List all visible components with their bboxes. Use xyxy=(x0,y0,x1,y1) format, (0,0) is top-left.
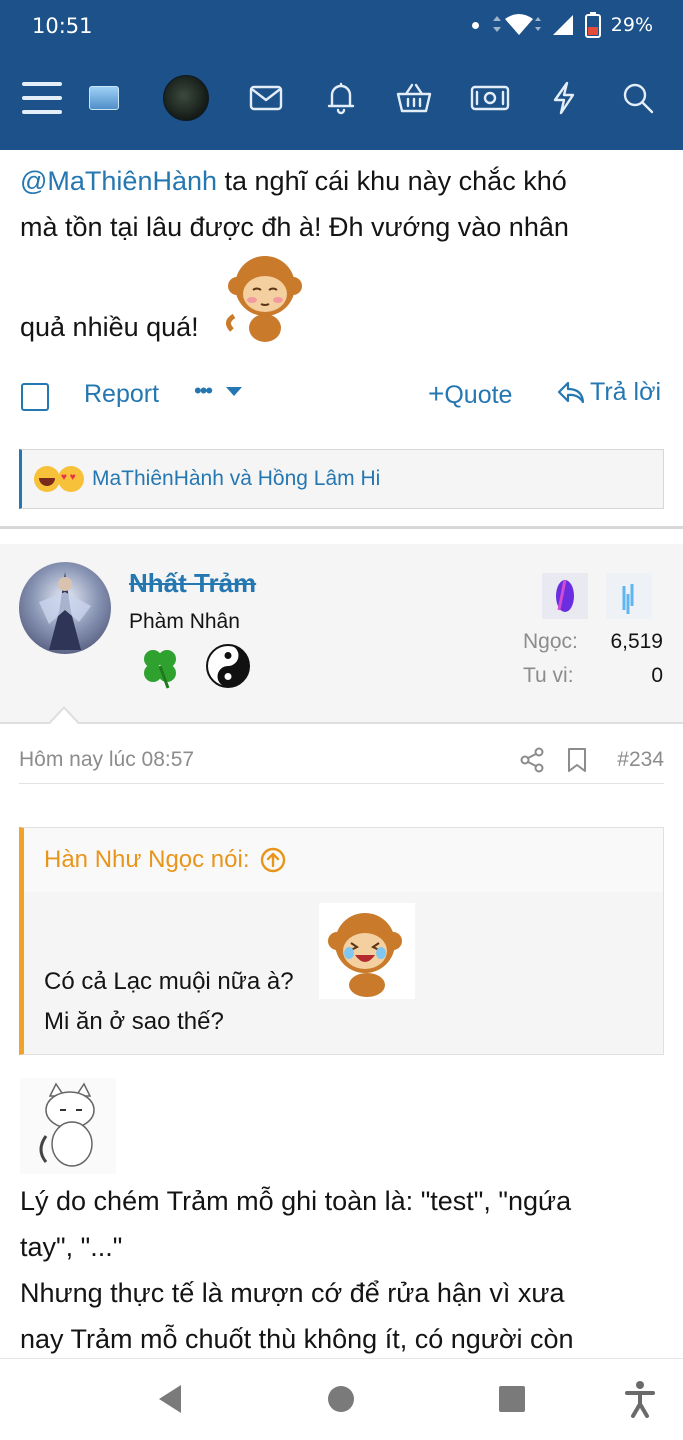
user-avatar[interactable] xyxy=(162,74,210,122)
post-author-name[interactable]: Nhất Trảm xyxy=(129,568,256,599)
bolt-icon[interactable] xyxy=(540,74,588,122)
post-meta: Hôm nay lúc 08:57 #234 xyxy=(19,744,664,784)
post-number-link[interactable]: #234 xyxy=(617,748,664,772)
monkey-laugh-sticker xyxy=(319,903,415,999)
back-icon[interactable] xyxy=(150,1379,190,1419)
reply-arrow-icon xyxy=(557,381,585,403)
quote-line1: Có cả Lạc muội nữa à? xyxy=(44,968,294,995)
post2-body: Lý do chém Trảm mỗ ghi toàn là: "test", … xyxy=(20,1178,670,1362)
bell-icon[interactable] xyxy=(317,74,365,122)
stat-ngoc: Ngọc: 6,519 xyxy=(523,630,663,653)
report-link[interactable]: Report xyxy=(84,380,159,409)
bookmark-icon[interactable] xyxy=(565,747,589,779)
post1-text-line1: @MaThiênHành ta nghĩ cái khu này chắc kh… xyxy=(20,166,567,196)
love-reaction-icon: ♥ ♥ xyxy=(58,466,84,492)
monkey-shy-sticker xyxy=(222,250,308,344)
body-line2: tay", "..." xyxy=(20,1232,123,1262)
post-author-avatar[interactable] xyxy=(19,562,111,654)
mention-link[interactable]: @MaThiênHành xyxy=(20,166,217,196)
signal-icon xyxy=(552,15,573,35)
post1-actions: Report ••• +Quote Trả lời xyxy=(0,370,683,420)
logo-icon[interactable] xyxy=(80,74,128,122)
body-line4: nay Trảm mỗ chuốt thù không ít, có người… xyxy=(20,1324,574,1354)
quote-line2: Mi ăn ở sao thế? xyxy=(44,1008,224,1035)
post1-text-line2: mà tồn tại lâu được đh à! Đh vướng vào n… xyxy=(20,212,569,242)
post1-text-line3: quả nhiều quá! xyxy=(20,312,199,342)
mail-icon[interactable] xyxy=(242,74,290,122)
plus-icon: + xyxy=(428,378,445,409)
notification-dot-icon xyxy=(471,21,479,29)
recents-icon[interactable] xyxy=(492,1379,532,1419)
cat-sticker xyxy=(20,1078,116,1174)
yin-yang-badge-icon xyxy=(205,643,251,689)
status-time: 10:51 xyxy=(32,14,93,38)
status-icons: 29% xyxy=(471,12,653,38)
share-icon[interactable] xyxy=(519,747,545,779)
quote-author[interactable]: Hàn Như Ngọc nói: xyxy=(44,846,250,874)
body-line3: Nhưng thực tế là mượn cớ để rửa hận vì x… xyxy=(20,1278,565,1308)
navbar xyxy=(0,62,683,138)
quote-body: Có cả Lạc muội nữa à? Mi ăn ở sao thế? xyxy=(44,962,294,1042)
quote-block: Hàn Như Ngọc nói: Có cả Lạc muội nữa à? … xyxy=(19,827,664,1055)
user-title: Phàm Nhân xyxy=(129,610,240,633)
home-icon[interactable] xyxy=(321,1379,361,1419)
menu-icon[interactable] xyxy=(18,74,66,122)
basket-icon[interactable] xyxy=(390,74,438,122)
status-bar: 10:51 29% xyxy=(0,0,683,52)
money-icon[interactable] xyxy=(466,74,514,122)
quote-header[interactable]: Hàn Như Ngọc nói: xyxy=(24,828,663,892)
post-timestamp[interactable]: Hôm nay lúc 08:57 xyxy=(19,748,194,772)
blue-crystal-badge-icon xyxy=(606,573,652,619)
body-line1: Lý do chém Trảm mỗ ghi toàn là: "test", … xyxy=(20,1186,572,1216)
chevron-down-icon xyxy=(226,386,243,396)
battery-icon xyxy=(584,12,601,38)
system-nav-bar xyxy=(0,1358,683,1440)
user-info-block: Nhất Trảm Phàm Nhân Ngọc: 6,519 Tu vi: 0 xyxy=(0,544,683,724)
wifi-icon xyxy=(492,14,541,35)
reactions-users: MaThiênHành và Hồng Lâm Hi xyxy=(92,467,381,490)
battery-percent: 29% xyxy=(610,14,653,36)
clover-badge-icon xyxy=(136,642,184,690)
reactions-bar[interactable]: ♥ ♥ MaThiênHành và Hồng Lâm Hi xyxy=(19,449,664,509)
arrow-up-circle-icon[interactable] xyxy=(260,847,286,873)
stat-tu-vi: Tu vi: 0 xyxy=(523,664,663,687)
search-icon[interactable] xyxy=(614,74,662,122)
user-block-pointer-fill xyxy=(50,709,78,724)
reply-button[interactable]: Trả lời xyxy=(556,378,661,407)
more-options-button[interactable]: ••• xyxy=(194,376,243,405)
laugh-reaction-icon xyxy=(34,466,60,492)
app-header: 10:51 29% xyxy=(0,0,683,150)
post-divider xyxy=(0,526,683,529)
accessibility-icon[interactable] xyxy=(620,1379,660,1419)
quote-button[interactable]: +Quote xyxy=(428,378,512,410)
purple-gem-badge-icon xyxy=(542,573,588,619)
select-checkbox[interactable] xyxy=(21,383,49,411)
